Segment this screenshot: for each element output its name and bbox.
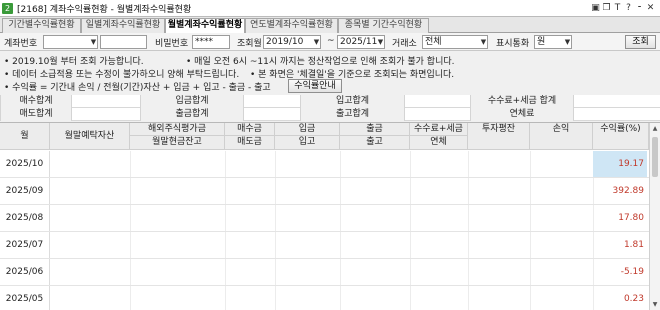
header-stock-in[interactable]: 입고: [275, 136, 340, 150]
close-icon[interactable]: ✕: [645, 1, 656, 15]
tab-bar: 기간별수익률현황 일별계좌수익률현황 월별계좌수익률현황 연도별계좌수익률현황 …: [0, 17, 660, 34]
header-withdraw[interactable]: 출금: [340, 123, 410, 136]
query-button[interactable]: 조회: [625, 35, 656, 49]
table-row[interactable]: 2025/05 0.23: [0, 286, 649, 310]
return-cell: 1.81: [623, 240, 644, 250]
tab-item-return[interactable]: 종목별 기간수익현황: [338, 18, 429, 33]
exchange-label: 거래소: [392, 39, 417, 49]
withdraw-total-label: 출금합계: [140, 108, 244, 121]
notice-line-3: • 수익률 = 기간내 손익 / 전월(기간)자산 + 입금 + 입고 - 출금…: [4, 83, 271, 93]
monthly-return-grid: 월 월말예탁자산 해외주식평가금 월말현금잔고 매수금 매도금 입금 입고 출금…: [0, 122, 660, 310]
stock-out-total-label: 출고합계: [300, 108, 405, 121]
header-pnl[interactable]: 손익: [530, 123, 593, 150]
table-row[interactable]: 2025/10 19.17: [0, 151, 649, 178]
month-cell: 2025/10: [0, 151, 50, 177]
return-cell: 19.17: [593, 151, 647, 177]
header-stock-out[interactable]: 출고: [340, 136, 410, 150]
tilde-separator: ~: [327, 36, 335, 46]
window-title: [2168] 계좌수익률현황 - 월별계좌수익률현황: [17, 4, 192, 15]
notice-line-1b: • 매일 오전 6시 ~11시 까지는 정산작업으로 인해 조회가 불가 합니다…: [186, 57, 455, 67]
currency-dropdown-icon[interactable]: ▼: [563, 35, 572, 49]
account-label: 계좌번호: [4, 39, 38, 49]
restore-icon[interactable]: ❐: [601, 1, 612, 15]
scroll-down-icon[interactable]: ▼: [650, 300, 660, 310]
header-fee-tax[interactable]: 수수료+세금: [410, 123, 468, 136]
tab-yearly-return[interactable]: 연도별계좌수익률현황: [245, 18, 338, 33]
return-cell: 17.80: [618, 213, 644, 223]
title-bar: 2 [2168] 계좌수익률현황 - 월별계좌수익률현황 ▣ ❐ T ? ⁃ ✕: [0, 0, 660, 17]
window-controls: ▣ ❐ T ? ⁃ ✕: [590, 1, 656, 15]
minimize-icon[interactable]: ⁃: [634, 1, 645, 15]
table-row[interactable]: 2025/07 1.81: [0, 232, 649, 259]
header-return[interactable]: 수익률(%): [593, 123, 649, 150]
return-cell: 392.89: [612, 186, 645, 196]
fee-tax-total-label: 수수료+세금 합계: [470, 95, 574, 108]
month-label: 조회월: [237, 39, 262, 49]
header-invest-avg[interactable]: 투자평잔: [468, 123, 530, 150]
summary-panel: 매수합계 입금합계 입고합계 수수료+세금 합계 매도합계 출금합계 출고합계 …: [0, 95, 660, 121]
header-overdue[interactable]: 연체: [410, 136, 468, 150]
header-end-cash[interactable]: 월말현금잔고: [130, 136, 225, 150]
table-row[interactable]: 2025/08 17.80: [0, 205, 649, 232]
month-cell: 2025/08: [0, 205, 50, 231]
tab-period-return[interactable]: 기간별수익률현황: [2, 18, 81, 33]
tab-monthly-return[interactable]: 월별계좌수익률현황: [165, 18, 245, 34]
buy-total-label: 매수합계: [0, 95, 72, 108]
annual-fee-label: 연체료: [470, 108, 574, 121]
password-label: 비밀번호: [155, 39, 189, 49]
currency-label: 표시통화: [496, 39, 530, 49]
return-cell: -5.19: [620, 267, 644, 277]
grid-body: 2025/10 19.17 2025/09 392.89 2025/08 17.…: [0, 151, 649, 310]
password-input[interactable]: ****: [192, 35, 230, 49]
header-deposit[interactable]: 입금: [275, 123, 340, 136]
month-cell: 2025/09: [0, 178, 50, 204]
account-name-field: [100, 35, 147, 49]
header-month[interactable]: 월: [0, 123, 50, 150]
scroll-up-icon[interactable]: ▲: [650, 124, 660, 134]
return-info-button[interactable]: 수익률안내: [288, 79, 342, 93]
link-icon[interactable]: ▣: [590, 1, 601, 15]
month-cell: 2025/06: [0, 259, 50, 285]
month-cell: 2025/05: [0, 286, 50, 310]
search-bar: 계좌번호 ▼ 비밀번호 **** 조회월 2019/10 ▼ ~ 2025/11…: [0, 33, 660, 51]
summary-row-2: 매도합계 출금합계 출고합계 연체료: [0, 108, 660, 121]
notice-line-2b: • 본 화면은 '체결일'을 기준으로 조회되는 화면입니다.: [250, 70, 455, 80]
account-dropdown-icon[interactable]: ▼: [89, 35, 98, 49]
month-cell: 2025/07: [0, 232, 50, 258]
app-icon: 2: [2, 2, 13, 14]
exchange-dropdown-icon[interactable]: ▼: [479, 35, 488, 49]
grid-header: 월 월말예탁자산 해외주식평가금 월말현금잔고 매수금 매도금 입금 입고 출금…: [0, 123, 649, 150]
tab-daily-return[interactable]: 일별계좌수익률현황: [81, 18, 165, 33]
deposit-total-label: 입금합계: [140, 95, 244, 108]
scroll-thumb[interactable]: [652, 137, 658, 177]
table-row[interactable]: 2025/09 392.89: [0, 178, 649, 205]
header-foreign-eval[interactable]: 해외주식평가금: [130, 123, 225, 136]
vertical-scrollbar[interactable]: ▲ ▼: [649, 123, 660, 310]
from-calendar-icon[interactable]: ▼: [312, 35, 321, 49]
help-icon[interactable]: ?: [623, 1, 634, 15]
sell-total-label: 매도합계: [0, 108, 72, 121]
stock-in-total-label: 입고합계: [300, 95, 405, 108]
summary-row-1: 매수합계 입금합계 입고합계 수수료+세금 합계: [0, 95, 660, 108]
table-row[interactable]: 2025/06 -5.19: [0, 259, 649, 286]
header-buy[interactable]: 매수금: [225, 123, 275, 136]
notice-line-1a: • 2019.10월 부터 조회 가능합니다.: [4, 57, 144, 67]
notice-line-2a: • 데이터 소급적용 또는 수정이 불가하오니 양해 부탁드립니다.: [4, 70, 240, 80]
return-cell: 0.23: [623, 294, 644, 304]
header-sell[interactable]: 매도금: [225, 136, 275, 150]
font-size-icon[interactable]: T: [612, 1, 623, 15]
notice-area: • 2019.10월 부터 조회 가능합니다. • 매일 오전 6시 ~11시 …: [0, 52, 660, 94]
header-end-deposit[interactable]: 월말예탁자산: [50, 123, 130, 150]
to-calendar-icon[interactable]: ▼: [376, 35, 385, 49]
